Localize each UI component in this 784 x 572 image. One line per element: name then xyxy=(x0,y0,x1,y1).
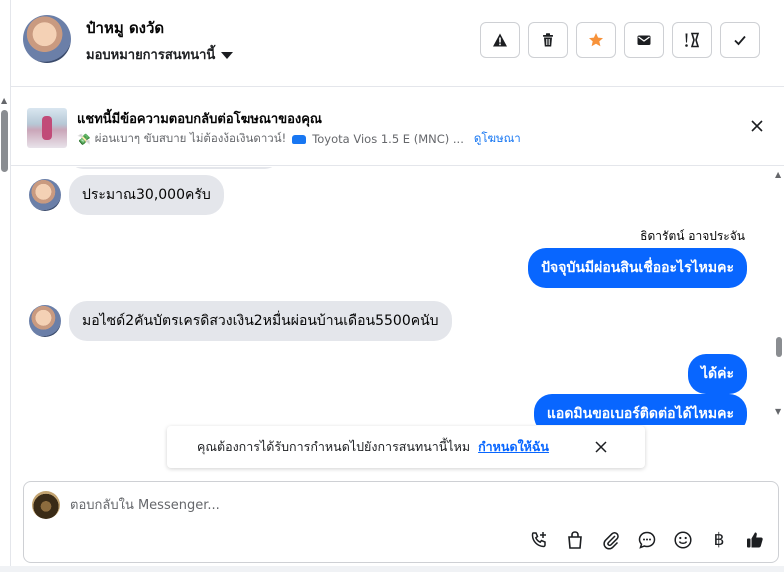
message-thread[interactable]: ประมาณ30,000ครับ ธิดารัตน์ อาจประจัน ปัจ… xyxy=(11,167,773,425)
shopping-bag-icon xyxy=(568,531,582,549)
header-actions xyxy=(480,22,760,58)
mark-done-button[interactable] xyxy=(720,22,760,58)
outgoing-message[interactable]: ได้ค่ะ xyxy=(687,354,747,394)
warning-icon xyxy=(493,33,507,47)
call-button[interactable] xyxy=(528,529,550,551)
mark-unread-button[interactable] xyxy=(624,22,664,58)
scrollbar-thumb[interactable] xyxy=(776,337,782,357)
page-bottom-edge xyxy=(0,566,784,572)
priority-button[interactable] xyxy=(672,22,712,58)
star-button[interactable] xyxy=(576,22,616,58)
message-row-incoming: ประมาณ30,000ครับ xyxy=(29,175,224,215)
close-icon[interactable] xyxy=(748,117,766,135)
scroll-up-icon[interactable]: ▲ xyxy=(775,170,781,179)
reply-input[interactable] xyxy=(70,492,750,518)
assign-label: มอบหมายการสนทนานี้ xyxy=(86,48,216,63)
paperclip-icon xyxy=(603,532,619,550)
phone-add-icon xyxy=(531,532,546,548)
priority-icon xyxy=(685,32,700,48)
left-scrollbar[interactable]: ▲ xyxy=(0,0,11,572)
emoji-button[interactable] xyxy=(672,529,694,551)
delete-button[interactable] xyxy=(528,22,568,58)
scroll-down-icon[interactable]: ▼ xyxy=(775,407,781,416)
car-icon xyxy=(292,134,307,144)
contact-name[interactable]: ป๋าหมู ดงวัด xyxy=(86,16,164,40)
page-avatar xyxy=(32,491,60,519)
outgoing-message[interactable]: แอดมินขอเบอร์ติดต่อได้ไหมคะ xyxy=(533,394,747,425)
star-icon xyxy=(589,33,603,47)
ad-banner-subtitle: 💸 ผ่อนเบาๆ ขับสบาย ไม่ต้องง้อเงินดาวน์! … xyxy=(77,130,521,148)
ad-subtitle-text: ผ่อนเบาๆ ขับสบาย ไม่ต้องง้อเงินดาวน์! xyxy=(94,131,287,145)
view-ad-link[interactable]: ดูโฆษณา xyxy=(474,130,521,148)
check-icon xyxy=(734,35,746,46)
emoji-icon xyxy=(674,531,692,549)
thread-scrollbar[interactable]: ▲ ▼ xyxy=(773,167,784,425)
message-row-incoming: มอไซด์2คันบัตรเครดิสวงเงิน2หมื่นผ่อนบ้าน… xyxy=(29,301,452,341)
payment-button[interactable]: ฿ xyxy=(708,529,730,551)
incoming-message[interactable]: ประมาณ30,000ครับ xyxy=(69,175,224,215)
scrollbar-thumb[interactable] xyxy=(1,110,8,172)
saved-replies-button[interactable] xyxy=(636,529,658,551)
thumbs-up-icon xyxy=(747,532,763,548)
conversation-header: ป๋าหมู ดงวัด มอบหมายการสนทนานี้ xyxy=(11,0,784,87)
sender-name: ธิดารัตน์ อาจประจัน xyxy=(640,229,745,243)
assign-prompt-toast: คุณต้องการได้รับการกำหนดไปยังการสนทนานี้… xyxy=(167,426,645,468)
ad-banner-title: แชทนี้มีข้อความตอบกลับต่อโฆษณาของคุณ xyxy=(77,112,322,127)
scroll-up-icon[interactable]: ▲ xyxy=(1,96,7,105)
previous-message-bubble xyxy=(69,167,279,169)
ad-reply-banner: แชทนี้มีข้อความตอบกลับต่อโฆษณาของคุณ 💸 ผ… xyxy=(11,88,784,166)
chat-bubble-icon xyxy=(638,531,656,549)
attach-button[interactable] xyxy=(600,529,622,551)
envelope-icon xyxy=(637,35,651,45)
incoming-message[interactable]: มอไซด์2คันบัตรเครดิสวงเงิน2หมื่นผ่อนบ้าน… xyxy=(69,301,452,341)
contact-avatar[interactable] xyxy=(23,15,71,63)
outgoing-message[interactable]: ปัจจุบันมีผ่อนสินเชื่ออะไรไหมคะ xyxy=(528,248,747,288)
reply-composer: ฿ xyxy=(23,481,779,563)
contact-avatar-small[interactable] xyxy=(29,305,61,337)
inbox-conversation-panel: ▲ ป๋าหมู ดงวัด มอบหมายการสนทนานี้ แชทนี้… xyxy=(0,0,784,572)
shop-button[interactable] xyxy=(564,529,586,551)
money-icon: 💸 xyxy=(77,132,91,146)
assign-to-me-link[interactable]: กำหนดให้ฉัน xyxy=(478,437,549,457)
baht-icon: ฿ xyxy=(713,530,725,550)
close-icon[interactable] xyxy=(593,439,609,455)
assign-conversation-dropdown[interactable]: มอบหมายการสนทนานี้ xyxy=(86,44,234,65)
report-spam-button[interactable] xyxy=(480,22,520,58)
contact-avatar-small[interactable] xyxy=(29,179,61,211)
like-button[interactable] xyxy=(744,529,766,551)
trash-icon xyxy=(543,33,553,47)
ad-vehicle-text: Toyota Vios 1.5 E (MNC) ... xyxy=(312,132,464,146)
ad-thumbnail[interactable] xyxy=(27,108,67,148)
caret-down-icon xyxy=(221,51,234,59)
assign-prompt-text: คุณต้องการได้รับการกำหนดไปยังการสนทนานี้… xyxy=(197,439,471,454)
composer-toolbar: ฿ xyxy=(528,529,766,551)
